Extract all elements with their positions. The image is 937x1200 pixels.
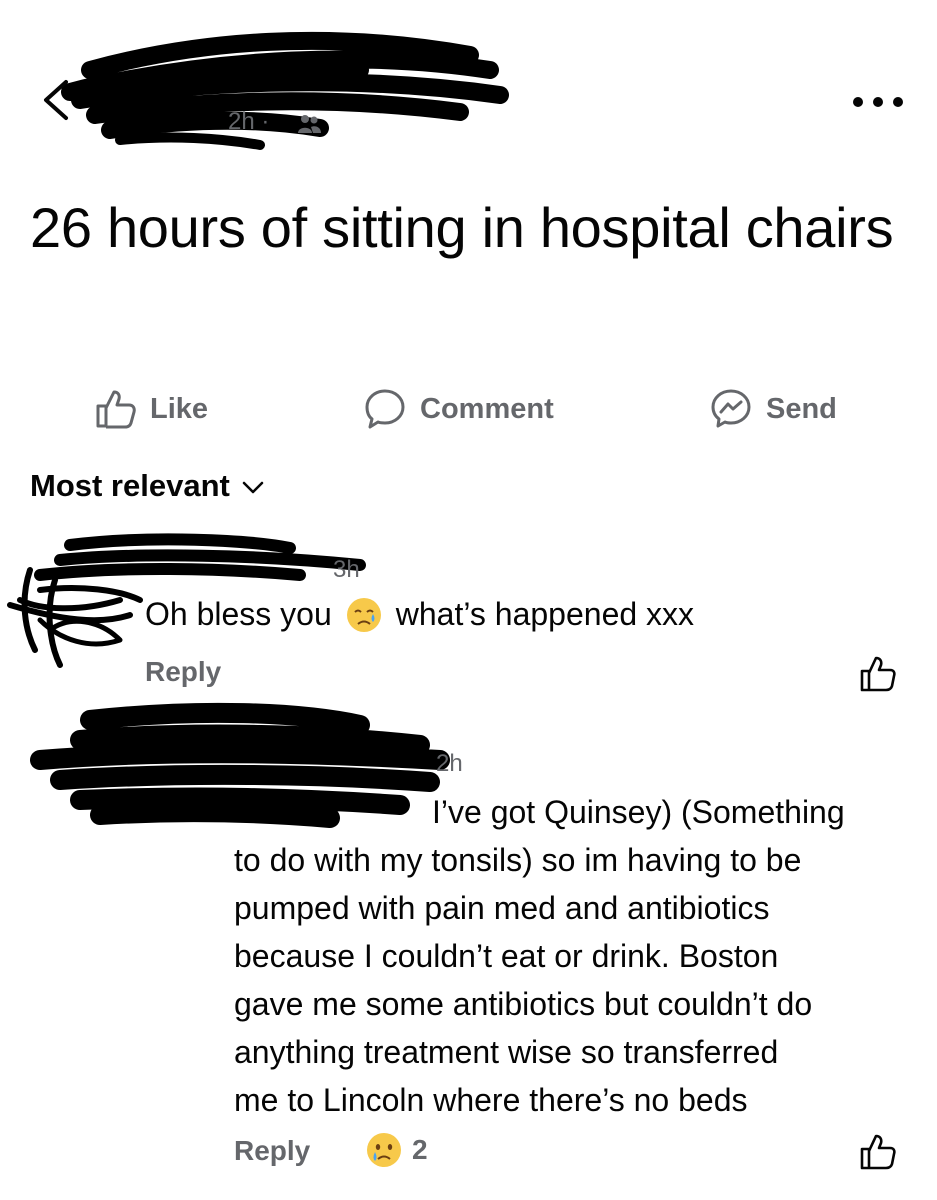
back-chevron-icon[interactable] xyxy=(38,78,74,122)
comment-1-reply-button[interactable]: Reply xyxy=(145,656,221,688)
reaction-count: 2 xyxy=(412,1134,428,1165)
comment-1-text: Oh bless you what’s happened xxx xyxy=(145,596,694,633)
post-timestamp: 2h · xyxy=(228,108,269,136)
comment-bubble-icon xyxy=(365,389,405,429)
comment-2-reply-button[interactable]: Reply xyxy=(234,1135,310,1167)
send-button[interactable]: Send xyxy=(708,384,837,434)
comment-2-like-icon[interactable] xyxy=(858,1132,898,1172)
chevron-down-icon xyxy=(242,481,264,494)
comment-2-time: 2h xyxy=(436,750,463,777)
crying-face-icon xyxy=(346,597,381,632)
post-text: 26 hours of sitting in hospital chairs xyxy=(30,196,894,259)
send-label: Send xyxy=(766,392,837,425)
more-options-icon[interactable] xyxy=(850,92,906,112)
comment-2-body: to do with my tonsils) so im having to b… xyxy=(234,842,813,1118)
comment-button[interactable]: Comment xyxy=(362,384,554,434)
comment-1-text-part1: Oh bless you xyxy=(145,596,332,632)
comments-sort-dropdown[interactable]: Most relevant xyxy=(30,468,264,504)
comment-2-first-line: I’ve got Quinsey) (Something xyxy=(432,794,845,830)
like-button[interactable]: Like xyxy=(92,384,208,434)
sort-label: Most relevant xyxy=(30,468,230,503)
comment-label: Comment xyxy=(420,392,554,425)
post-time: 2h xyxy=(228,108,255,135)
thumbs-up-icon xyxy=(96,390,136,429)
comment-2-reactions[interactable]: 2 xyxy=(366,1132,428,1168)
messenger-icon xyxy=(711,389,751,428)
comment-1-timestamp: 3h xyxy=(333,556,360,584)
comment-1-like-icon[interactable] xyxy=(858,654,898,694)
friends-audience-icon xyxy=(298,115,321,133)
comment-2-timestamp: 2h xyxy=(436,750,463,778)
meta-separator: · xyxy=(261,108,270,135)
like-label: Like xyxy=(150,392,209,425)
sad-face-icon xyxy=(367,1133,401,1167)
comment-1-text-part2: what’s happened xxx xyxy=(395,596,695,632)
comment-1-time: 3h xyxy=(333,556,360,583)
